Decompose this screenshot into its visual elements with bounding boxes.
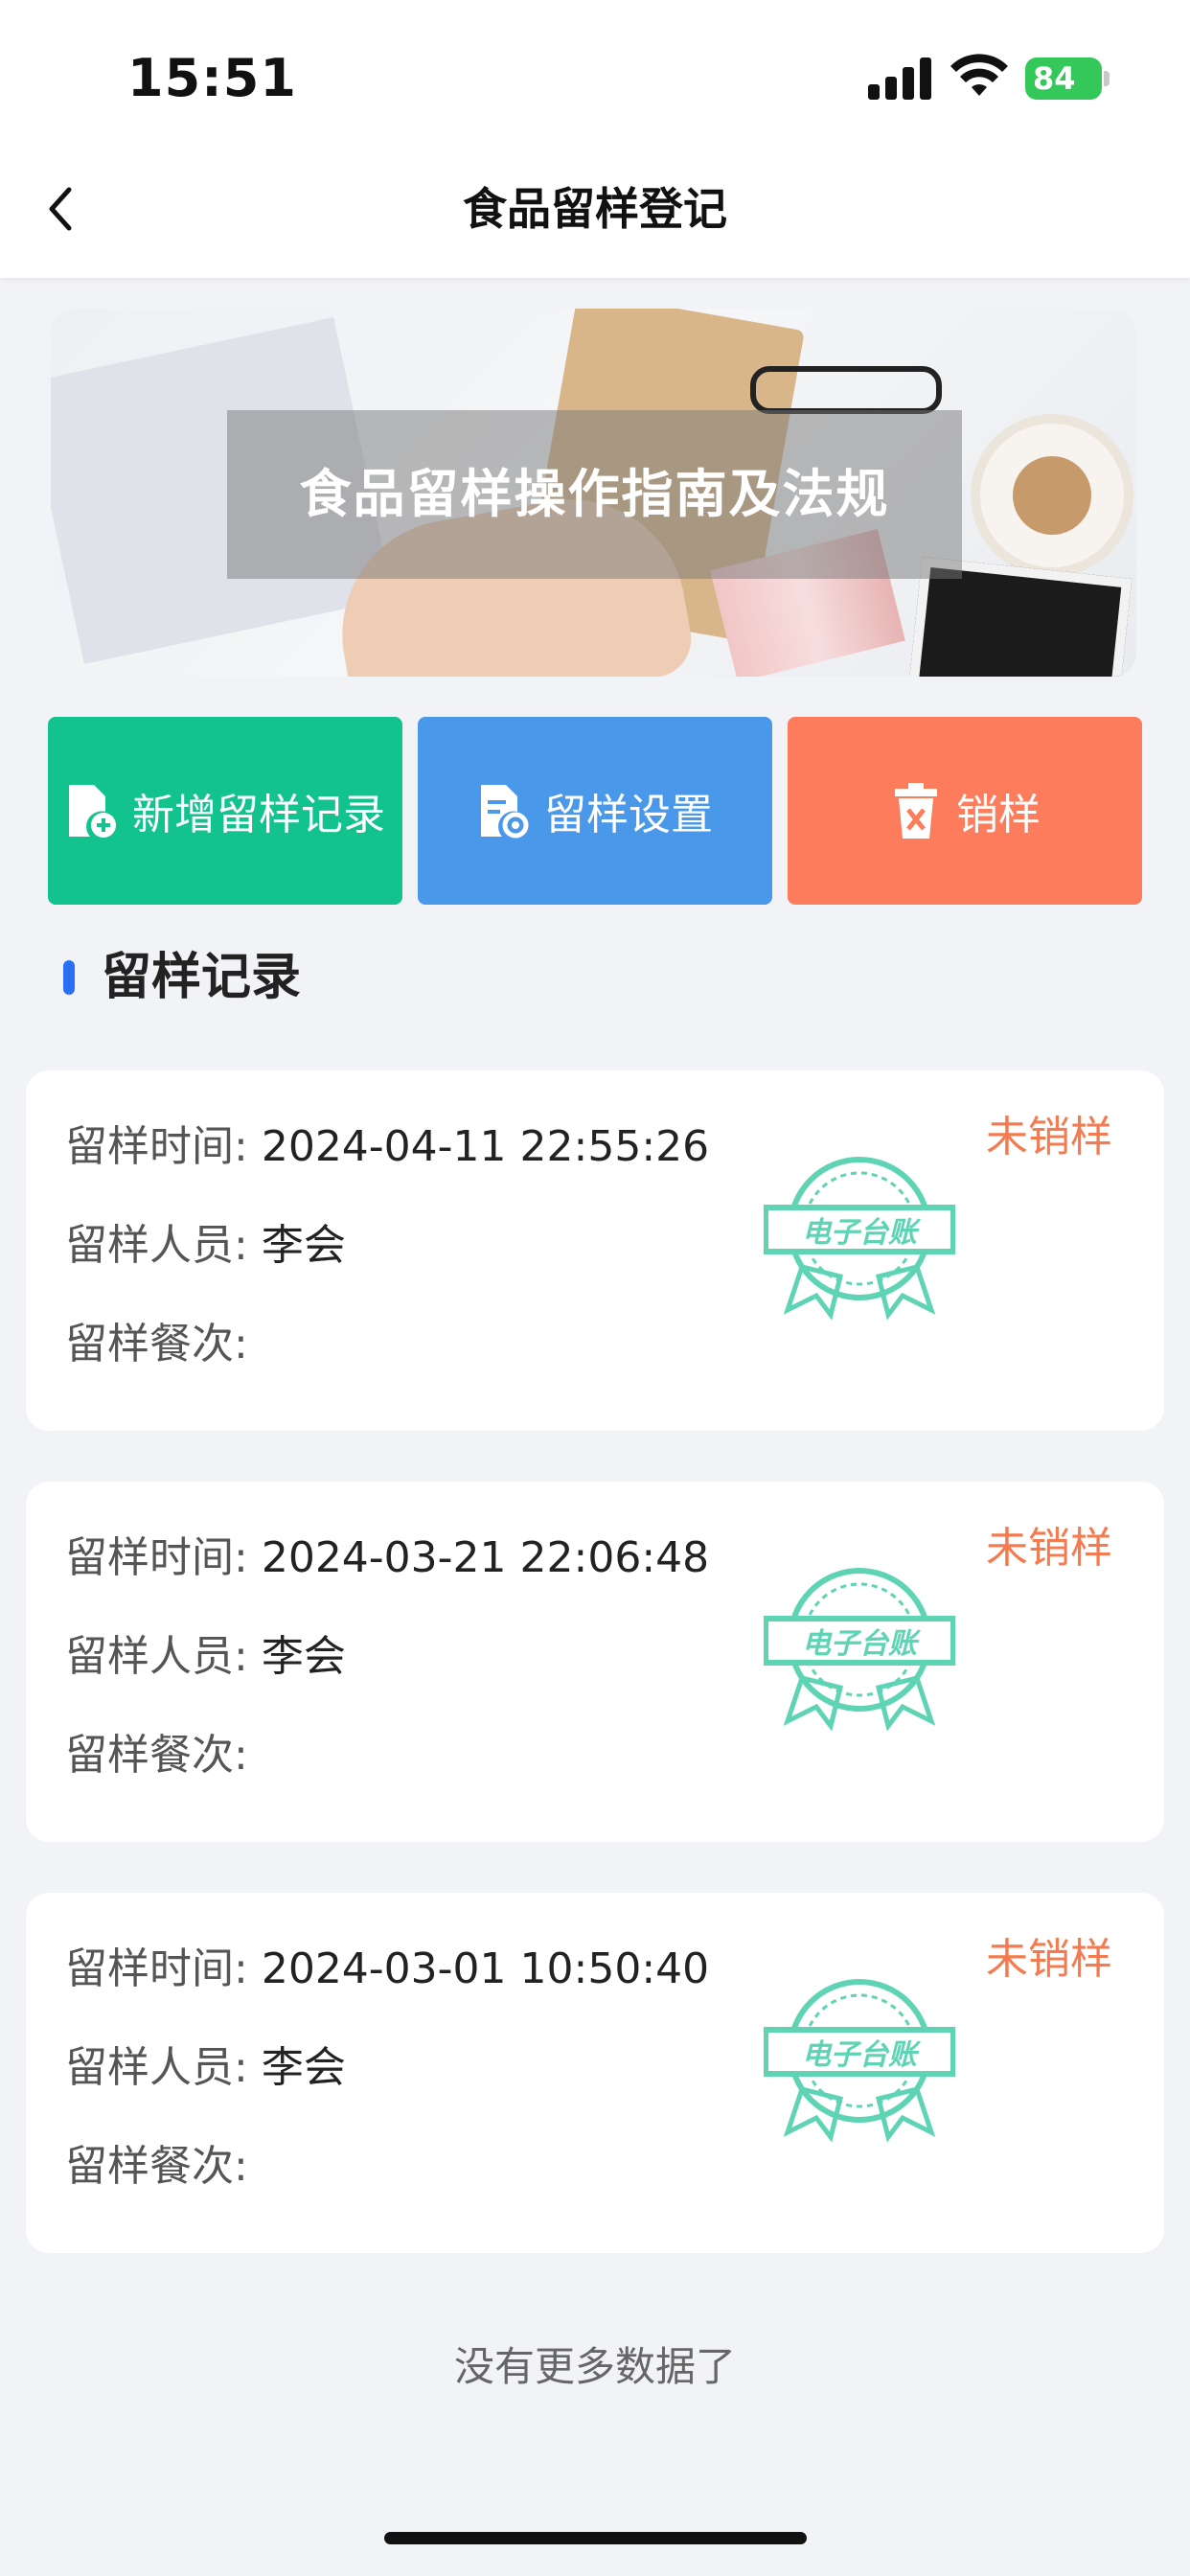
status-badge: 未销样 xyxy=(986,1524,1112,1573)
top-bar: 15:51 84 食品留样登记 xyxy=(0,0,1190,278)
page-title: 食品留样登记 xyxy=(463,183,727,235)
record-meal-row: 留样餐次: xyxy=(65,1727,248,1784)
record-time-row: 留样时间: 2024-03-01 10:50:40 xyxy=(65,1941,709,1998)
add-record-button[interactable]: 新增留样记录 xyxy=(48,717,402,905)
electronic-ledger-stamp-icon: 电子台账 xyxy=(764,1979,955,2142)
person-label: 留样人员: xyxy=(65,1632,248,1681)
record-time: 2024-04-11 22:55:26 xyxy=(261,1122,710,1171)
action-buttons: 新增留样记录 留样设置 销样 xyxy=(48,717,1142,905)
status-time: 15:51 xyxy=(127,48,297,108)
banner-title: 食品留样操作指南及法规 xyxy=(299,464,890,524)
status-badge: 未销样 xyxy=(986,1113,1112,1162)
no-more-data-text: 没有更多数据了 xyxy=(453,2343,736,2390)
sample-settings-button[interactable]: 留样设置 xyxy=(418,717,772,905)
record-time: 2024-03-01 10:50:40 xyxy=(261,1944,710,1993)
destroy-sample-button[interactable]: 销样 xyxy=(788,717,1142,905)
document-settings-icon xyxy=(481,785,529,839)
stamp-text: 电子台账 xyxy=(802,2038,921,2072)
time-label: 留样时间: xyxy=(65,1533,248,1582)
meal-label: 留样餐次: xyxy=(65,2142,248,2191)
record-meal-row: 留样餐次: xyxy=(65,1316,248,1373)
meal-label: 留样餐次: xyxy=(65,1320,248,1368)
time-label: 留样时间: xyxy=(65,1944,248,1993)
destroy-sample-label: 销样 xyxy=(956,791,1041,840)
section-accent-bar xyxy=(63,960,75,995)
record-time-row: 留样时间: 2024-04-11 22:55:26 xyxy=(65,1118,709,1176)
record-time-row: 留样时间: 2024-03-21 22:06:48 xyxy=(65,1530,709,1587)
wifi-icon xyxy=(950,54,1008,96)
battery-icon: 84 xyxy=(1025,58,1110,100)
record-card[interactable]: 留样时间: 2024-03-21 22:06:48 留样人员: 李会 留样餐次:… xyxy=(26,1482,1164,1842)
section-title: 留样记录 xyxy=(102,949,302,1006)
record-card[interactable]: 留样时间: 2024-03-01 10:50:40 留样人员: 李会 留样餐次:… xyxy=(26,1893,1164,2253)
cellular-signal-icon xyxy=(868,58,931,100)
record-person: 李会 xyxy=(261,2043,346,2092)
electronic-ledger-stamp-icon: 电子台账 xyxy=(764,1157,955,1320)
electronic-ledger-stamp-icon: 电子台账 xyxy=(764,1568,955,1731)
record-meal-row: 留样餐次: xyxy=(65,2138,248,2196)
record-person: 李会 xyxy=(261,1221,346,1270)
person-label: 留样人员: xyxy=(65,1221,248,1270)
status-badge: 未销样 xyxy=(986,1935,1112,1984)
stamp-text: 电子台账 xyxy=(802,1216,921,1250)
sample-settings-label: 留样设置 xyxy=(544,791,713,840)
record-person-row: 留样人员: 李会 xyxy=(65,2039,346,2097)
trash-icon xyxy=(895,783,937,839)
record-person-row: 留样人员: 李会 xyxy=(65,1628,346,1686)
record-person: 李会 xyxy=(261,1632,346,1681)
add-record-label: 新增留样记录 xyxy=(132,791,385,840)
person-label: 留样人员: xyxy=(65,2043,248,2092)
record-person-row: 留样人员: 李会 xyxy=(65,1217,346,1275)
stamp-text: 电子台账 xyxy=(802,1627,921,1661)
record-card[interactable]: 留样时间: 2024-04-11 22:55:26 留样人员: 李会 留样餐次:… xyxy=(26,1070,1164,1431)
time-label: 留样时间: xyxy=(65,1122,248,1171)
battery-level: 84 xyxy=(1025,58,1102,100)
home-indicator[interactable] xyxy=(384,2532,807,2544)
meal-label: 留样餐次: xyxy=(65,1731,248,1780)
add-document-icon xyxy=(69,785,116,838)
record-time: 2024-03-21 22:06:48 xyxy=(261,1533,710,1582)
